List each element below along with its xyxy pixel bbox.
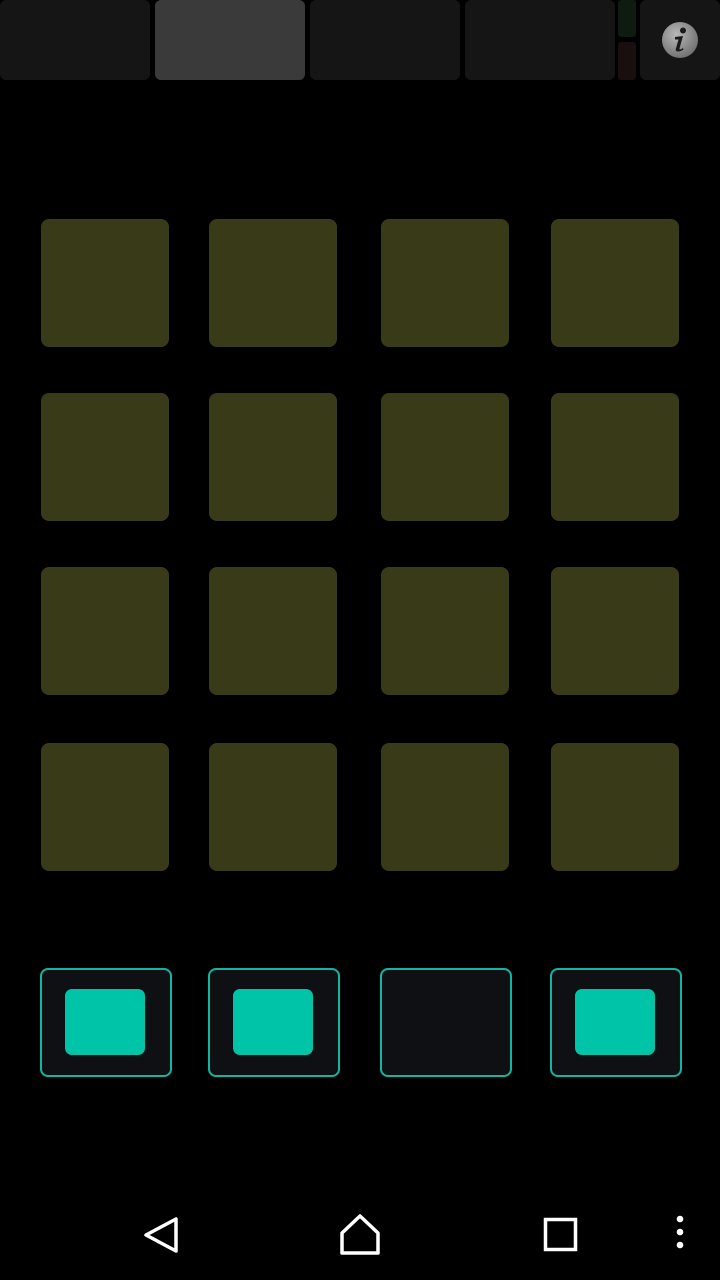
screen	[0, 0, 720, 1280]
step-indicator	[65, 989, 145, 1055]
tab-3[interactable]	[310, 0, 460, 80]
step-toggle-3[interactable]	[380, 968, 512, 1077]
info-button[interactable]	[640, 0, 720, 80]
recents-button[interactable]	[520, 1195, 600, 1275]
pad[interactable]	[209, 567, 337, 695]
info-icon	[662, 22, 698, 58]
level-meter-top	[618, 0, 636, 37]
pad[interactable]	[381, 567, 509, 695]
pad[interactable]	[381, 743, 509, 871]
step-indicator	[233, 989, 313, 1055]
pad[interactable]	[209, 219, 337, 347]
step-toggle-2[interactable]	[208, 968, 340, 1077]
pad[interactable]	[551, 219, 679, 347]
pad[interactable]	[41, 567, 169, 695]
back-button[interactable]	[120, 1195, 200, 1275]
step-toggle-4[interactable]	[550, 968, 682, 1077]
step-indicator	[575, 989, 655, 1055]
overflow-menu-icon	[676, 1215, 684, 1249]
tab-2[interactable]	[155, 0, 305, 80]
pad[interactable]	[41, 393, 169, 521]
pad[interactable]	[551, 567, 679, 695]
home-icon	[340, 1214, 380, 1255]
step-toggle-1[interactable]	[40, 968, 172, 1077]
home-button[interactable]	[320, 1195, 400, 1275]
pad[interactable]	[41, 743, 169, 871]
back-icon	[144, 1217, 178, 1253]
pad[interactable]	[551, 743, 679, 871]
pad[interactable]	[209, 743, 337, 871]
recents-icon	[543, 1217, 578, 1252]
level-meter-bottom	[618, 42, 636, 80]
overflow-menu-button[interactable]	[640, 1195, 720, 1275]
tab-4[interactable]	[465, 0, 615, 80]
pad[interactable]	[209, 393, 337, 521]
tab-1[interactable]	[0, 0, 150, 80]
pad[interactable]	[41, 219, 169, 347]
pad[interactable]	[381, 219, 509, 347]
pad[interactable]	[551, 393, 679, 521]
pad[interactable]	[381, 393, 509, 521]
